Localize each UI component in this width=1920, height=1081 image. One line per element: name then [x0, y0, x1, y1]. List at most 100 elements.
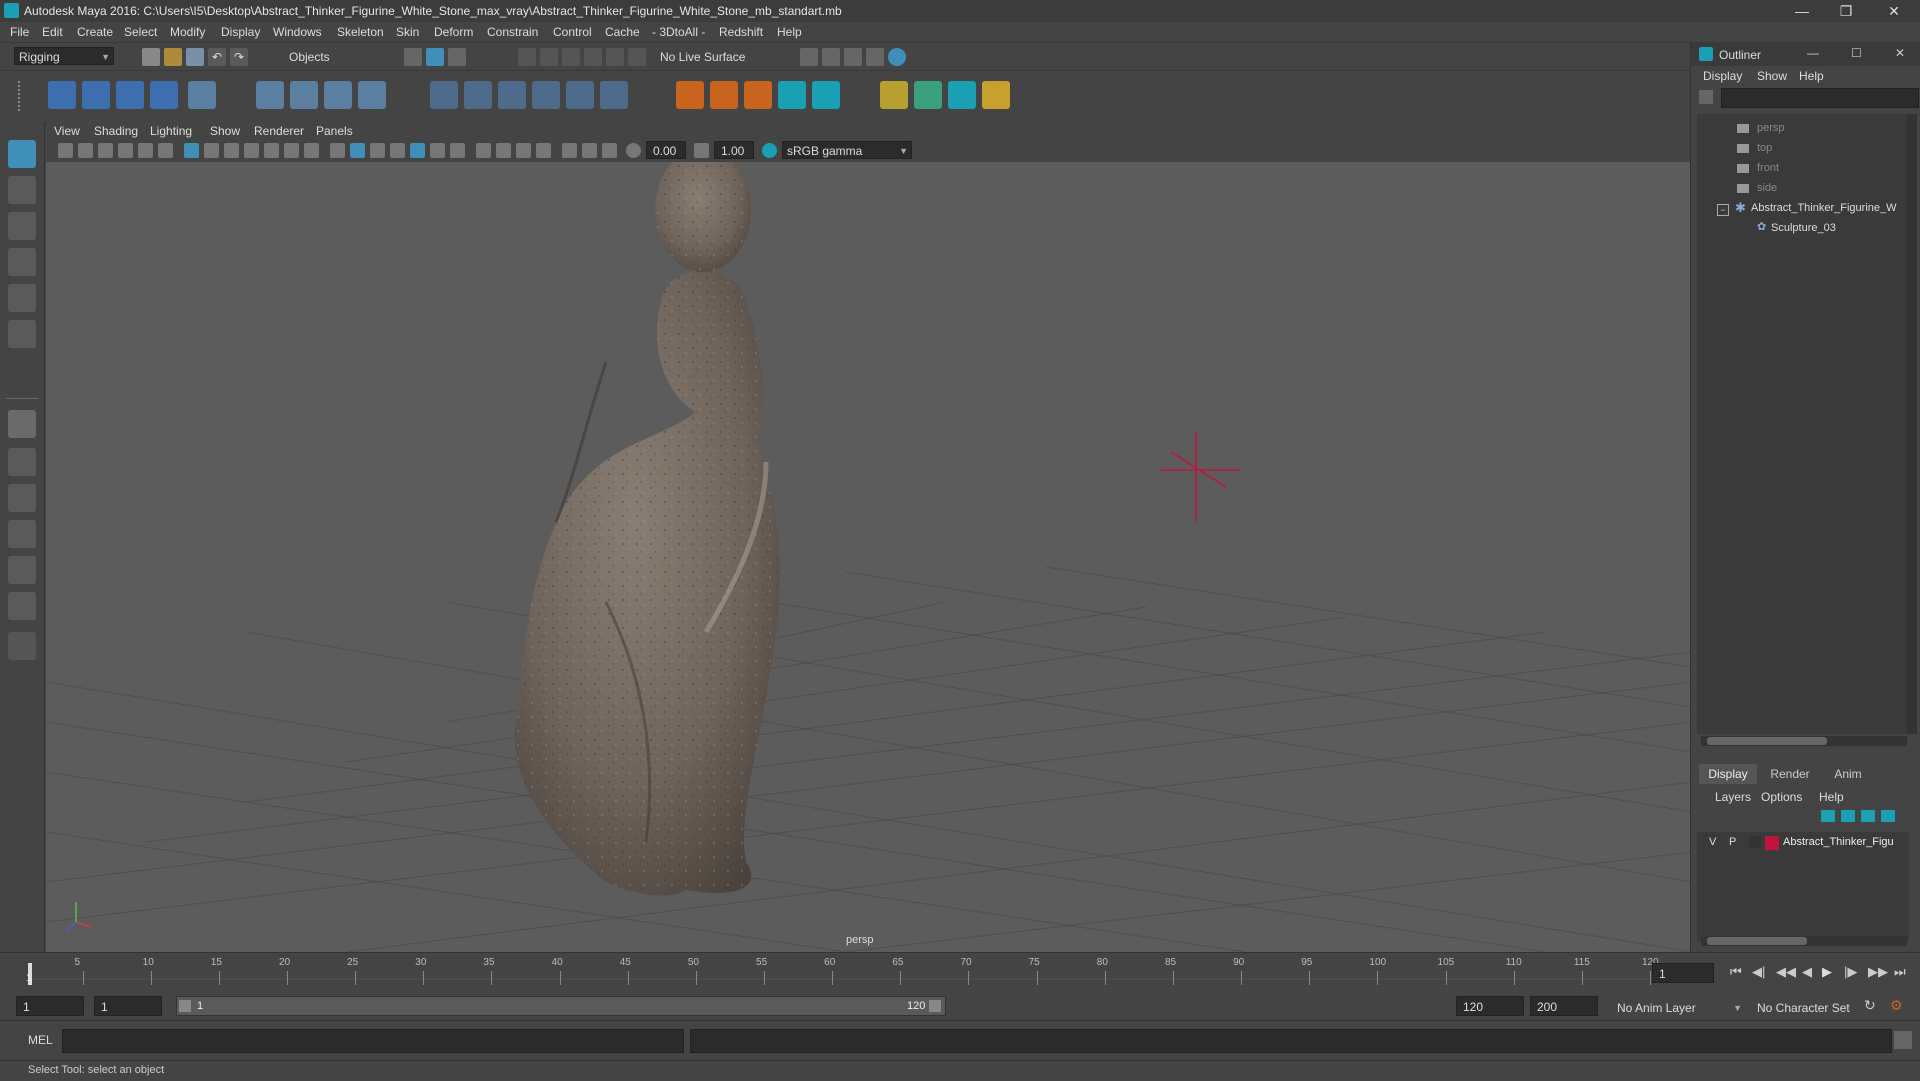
outliner-menu-show[interactable]: Show [1757, 69, 1787, 83]
xray-joints-icon[interactable] [582, 143, 597, 158]
gamma-field[interactable]: 1.00 [714, 141, 754, 159]
outliner-item-persp[interactable]: persp [1757, 122, 1785, 134]
camera-attributes-icon[interactable] [78, 143, 93, 158]
quick-rig-icon[interactable] [188, 81, 216, 109]
menu-create[interactable]: Create [77, 25, 113, 39]
view-transform-dropdown[interactable]: sRGB gamma ▼ [782, 141, 912, 159]
paint-skin-icon[interactable] [914, 81, 942, 109]
range-slider-end-handle[interactable] [929, 1000, 941, 1012]
move-layer-up-icon[interactable] [1821, 810, 1835, 822]
scale-constraint-icon[interactable] [532, 81, 560, 109]
select-by-component-icon[interactable] [448, 48, 466, 66]
new-layer-selected-icon[interactable] [1881, 810, 1895, 822]
snap-curve-icon[interactable] [540, 48, 558, 66]
menuset-dropdown[interactable]: Rigging ▼ [14, 47, 114, 65]
outliner-item-group[interactable]: Abstract_Thinker_Figurine_W [1751, 202, 1897, 214]
render-view-icon[interactable] [800, 48, 818, 66]
parent-constraint-icon[interactable] [430, 81, 458, 109]
resolution-gate-icon[interactable] [224, 143, 239, 158]
gate-mask-icon[interactable] [244, 143, 259, 158]
ipr-render-icon[interactable] [844, 48, 862, 66]
menu-help[interactable]: Help [777, 25, 802, 39]
shadows-icon[interactable] [430, 143, 445, 158]
single-perspective-layout-icon[interactable] [8, 410, 36, 438]
snap-grid-icon[interactable] [518, 48, 536, 66]
render-current-frame-icon[interactable] [822, 48, 840, 66]
grease-pencil-icon[interactable] [158, 143, 173, 158]
minimize-button[interactable]: — [1780, 0, 1824, 22]
live-surface-label[interactable]: No Live Surface [660, 50, 745, 64]
ik-handle-icon[interactable] [82, 81, 110, 109]
menu-skeleton[interactable]: Skeleton [337, 25, 384, 39]
multisample-aa-icon[interactable] [496, 143, 511, 158]
layer-horizontal-scrollbar[interactable] [1701, 936, 1907, 946]
cluster-icon[interactable] [358, 81, 386, 109]
lasso-tool-icon[interactable] [8, 176, 36, 204]
ambient-occlusion-icon[interactable] [450, 143, 465, 158]
use-all-lights-icon[interactable] [410, 143, 425, 158]
save-scene-icon[interactable] [186, 48, 204, 66]
menu-cache[interactable]: Cache [605, 25, 640, 39]
maya-m-icon[interactable] [778, 81, 806, 109]
menu-windows[interactable]: Windows [273, 25, 322, 39]
camera-select-icon[interactable] [58, 143, 73, 158]
menu-edit[interactable]: Edit [42, 25, 63, 39]
outliner-horizontal-scrollbar[interactable] [1701, 736, 1907, 746]
ik-spline-icon[interactable] [116, 81, 144, 109]
outliner-item-sculpture[interactable]: Sculpture_03 [1771, 222, 1836, 234]
outliner-vertical-scrollbar[interactable] [1907, 114, 1917, 734]
outliner-search-input[interactable] [1721, 88, 1919, 108]
grid-toggle-icon[interactable] [184, 143, 199, 158]
isolate-select-icon[interactable] [536, 143, 551, 158]
four-view-layout-icon[interactable] [8, 448, 36, 476]
persp-graph-layout-icon[interactable] [8, 520, 36, 548]
persp-hypershade-layout-icon[interactable] [8, 556, 36, 584]
panel-menu-renderer[interactable]: Renderer [254, 124, 304, 138]
command-input[interactable] [62, 1029, 684, 1053]
2d-pan-zoom-icon[interactable] [138, 143, 153, 158]
hik-icon[interactable] [744, 81, 772, 109]
pole-vector-constraint-icon[interactable] [600, 81, 628, 109]
outliner-scroll-thumb[interactable] [1707, 737, 1827, 745]
outliner-menu-help[interactable]: Help [1799, 69, 1824, 83]
goto-end-icon[interactable]: ⏭ [1894, 964, 1906, 980]
point-constraint-icon[interactable] [464, 81, 492, 109]
menu-select[interactable]: Select [124, 25, 157, 39]
outliner-minimize-button[interactable]: — [1807, 46, 1819, 60]
menu-deform[interactable]: Deform [434, 25, 473, 39]
mirror-joint-icon[interactable] [150, 81, 178, 109]
command-language-label[interactable]: MEL [28, 1033, 53, 1047]
aim-constraint-icon[interactable] [566, 81, 594, 109]
snap-surface-icon[interactable] [606, 48, 624, 66]
step-forward-key-icon[interactable]: |▶ [1844, 964, 1857, 980]
new-scene-icon[interactable] [142, 48, 160, 66]
move-layer-down-icon[interactable] [1841, 810, 1855, 822]
safe-title-icon[interactable] [304, 143, 319, 158]
create-joint-icon[interactable] [48, 81, 76, 109]
step-back-frame-icon[interactable]: ◀◀ [1776, 964, 1796, 980]
tab-display[interactable]: Display [1699, 764, 1757, 784]
preferences-icon[interactable]: ⚙ [1890, 997, 1903, 1014]
outliner-filter-icon[interactable] [1699, 90, 1713, 104]
menu-modify[interactable]: Modify [170, 25, 205, 39]
smooth-shade-icon[interactable] [350, 143, 365, 158]
maya-m-icon-2[interactable] [812, 81, 840, 109]
step-forward-frame-icon[interactable]: ▶▶ [1868, 964, 1888, 980]
outliner-item-front[interactable]: front [1757, 162, 1779, 174]
snap-point-icon[interactable] [562, 48, 580, 66]
snap-vertex-icon[interactable] [628, 48, 646, 66]
select-by-hierarchy-icon[interactable] [404, 48, 422, 66]
panel-menu-panels[interactable]: Panels [316, 124, 353, 138]
render-settings-icon[interactable] [866, 48, 884, 66]
layers-menu-help[interactable]: Help [1819, 790, 1844, 804]
orient-constraint-icon[interactable] [498, 81, 526, 109]
textured-icon[interactable] [390, 143, 405, 158]
rotate-tool-icon[interactable] [8, 284, 36, 312]
menu-display[interactable]: Display [221, 25, 260, 39]
panel-menu-shading[interactable]: Shading [94, 124, 138, 138]
check-icon[interactable] [982, 81, 1010, 109]
layer-scroll-thumb[interactable] [1707, 937, 1807, 945]
layer-visibility-toggle[interactable]: V [1709, 836, 1716, 848]
undo-icon[interactable]: ↶ [208, 48, 226, 66]
color-management-icon[interactable] [762, 143, 777, 158]
